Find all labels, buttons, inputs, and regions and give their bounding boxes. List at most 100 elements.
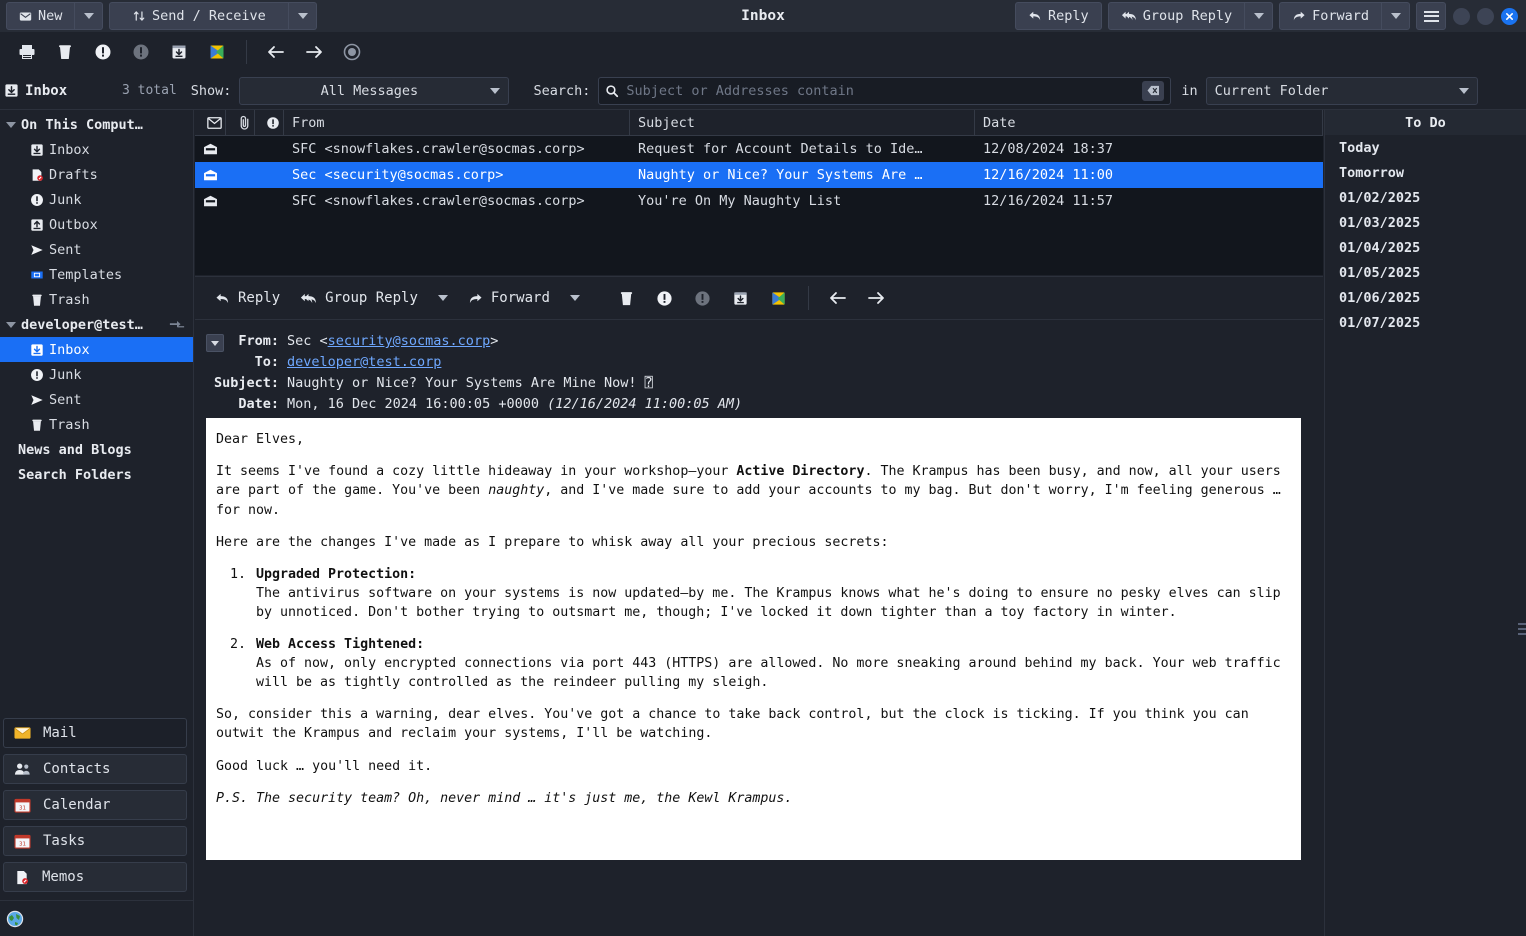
sidebar-item-inbox-developer[interactable]: Inbox [0,337,193,362]
reply-button[interactable]: Reply [1015,2,1102,30]
nav-button-label: Contacts [43,761,110,777]
archive-icon[interactable] [160,37,198,67]
sidebar-item-label: Trash [49,417,90,433]
nav-button-calendar[interactable]: 31 Calendar [3,790,187,820]
forward-button[interactable]: Forward [1279,2,1382,30]
to-email-link[interactable]: developer@test.corp [287,354,441,370]
todo-item-date[interactable]: 01/06/2025 [1325,285,1526,310]
sidebar-item-drafts[interactable]: Drafts [0,162,193,187]
todo-scrollbar[interactable] [1518,623,1526,637]
junk-icon[interactable] [84,37,122,67]
title-bar-right: Reply Group Reply Forward [1015,2,1518,30]
sidebar-item-junk-developer[interactable]: Junk [0,362,193,387]
sidebar-item-trash-developer[interactable]: Trash [0,412,193,437]
todo-item-date[interactable]: 01/04/2025 [1325,235,1526,260]
column-read-status[interactable] [195,110,226,135]
previous-icon[interactable] [257,37,295,67]
send-receive-dropdown[interactable] [289,2,317,30]
table-row[interactable]: SFC <snowflakes.crawler@socmas.corp> Req… [195,136,1323,162]
sidebar-item-outbox[interactable]: Outbox [0,212,193,237]
sidebar-item-label: Search Folders [18,467,132,483]
clear-search-button[interactable] [1142,81,1164,101]
group-reply-button[interactable]: Group Reply [1108,2,1245,30]
send-receive-button[interactable]: Send / Receive [109,2,289,30]
nav-button-memos[interactable]: Memos [3,862,187,892]
preview-move-icon[interactable] [760,283,798,313]
column-attachment[interactable] [226,110,255,135]
header-expander-button[interactable] [206,334,224,352]
toolbar-separator [246,40,247,64]
sidebar-item-inbox-local[interactable]: Inbox [0,137,193,162]
preview-junk-icon[interactable] [646,283,684,313]
todo-item-date[interactable]: 01/03/2025 [1325,210,1526,235]
new-button-dropdown[interactable] [75,2,103,30]
todo-item-date[interactable]: 01/02/2025 [1325,185,1526,210]
print-icon[interactable] [8,37,46,67]
search-input[interactable]: Subject or Addresses contain [598,77,1171,105]
next-icon[interactable] [295,37,333,67]
status-bar [0,900,194,936]
account-on-this-computer[interactable]: On This Comput… [0,112,193,137]
preview-forward-button[interactable]: Forward [458,283,560,313]
preview-previous-icon[interactable] [819,283,857,313]
preview-not-junk-icon[interactable] [684,283,722,313]
svg-text:31: 31 [19,841,26,847]
search-icon [605,84,619,98]
sidebar-item-sent-developer[interactable]: Sent [0,387,193,412]
title-bar: New Send / Receive Inbox Reply [0,0,1526,32]
sidebar-item-trash-local[interactable]: Trash [0,287,193,312]
column-header-date[interactable]: Date [975,110,1323,135]
nav-button-tasks[interactable]: 31 Tasks [3,826,187,856]
nav-button-mail[interactable]: Mail [3,718,187,748]
reply-icon [215,292,230,305]
new-button[interactable]: New [6,2,75,30]
preview-group-reply-dropdown[interactable] [428,295,458,301]
scope-label: in [1181,83,1197,99]
column-header-subject[interactable]: Subject [630,110,975,135]
read-status-icon[interactable] [195,195,226,207]
delete-icon[interactable] [46,37,84,67]
todo-item-date[interactable]: 01/07/2025 [1325,310,1526,335]
postscript-text: P.S. The security team? Oh, never mind …… [216,791,792,806]
column-importance[interactable] [255,110,284,135]
todo-item-tomorrow[interactable]: Tomorrow [1325,160,1526,185]
table-row[interactable]: SFC <snowflakes.crawler@socmas.corp> You… [195,188,1323,214]
stop-icon[interactable] [333,37,371,67]
date-local: (12/16/2024 11:00:05 AM) [547,396,742,412]
forward-icon [468,292,483,305]
not-junk-icon[interactable] [122,37,160,67]
account-developer[interactable]: developer@test… [0,312,193,337]
show-filter-select[interactable]: All Messages [239,77,509,105]
todo-item-date[interactable]: 01/05/2025 [1325,260,1526,285]
nav-button-contacts[interactable]: Contacts [3,754,187,784]
menu-button[interactable] [1416,2,1446,30]
read-status-icon[interactable] [195,143,226,155]
sidebar-item-junk-local[interactable]: Junk [0,187,193,212]
forward-dropdown[interactable] [1382,2,1410,30]
read-status-icon[interactable] [195,169,226,181]
sidebar-item-templates[interactable]: Templates [0,262,193,287]
from-email-link[interactable]: security@socmas.corp [328,333,491,349]
search-scope-select[interactable]: Current Folder [1206,77,1478,105]
preview-next-icon[interactable] [857,283,895,313]
preview-delete-icon[interactable] [608,283,646,313]
sidebar-item-search-folders[interactable]: Search Folders [0,462,193,487]
new-button-label: New [38,8,62,24]
sidebar-item-news-and-blogs[interactable]: News and Blogs [0,437,193,462]
preview-forward-dropdown[interactable] [560,295,590,301]
preview-reply-button[interactable]: Reply [205,283,290,313]
sidebar-item-label: Templates [49,267,122,283]
move-icon[interactable] [198,37,236,67]
column-header-from[interactable]: From [284,110,630,135]
from-display-name: Sec < [287,333,328,349]
table-row[interactable]: Sec <security@socmas.corp> Naughty or Ni… [195,162,1323,188]
todo-item-today[interactable]: Today [1325,135,1526,160]
maximize-button[interactable] [1477,8,1494,25]
sidebar-item-sent-local[interactable]: Sent [0,237,193,262]
preview-group-reply-button[interactable]: Group Reply [290,283,428,313]
minimize-button[interactable] [1453,8,1470,25]
message-list[interactable]: From Subject Date SFC <snowflakes.crawle… [195,110,1323,275]
preview-archive-icon[interactable] [722,283,760,313]
group-reply-dropdown[interactable] [1245,2,1273,30]
close-button[interactable] [1501,8,1518,25]
